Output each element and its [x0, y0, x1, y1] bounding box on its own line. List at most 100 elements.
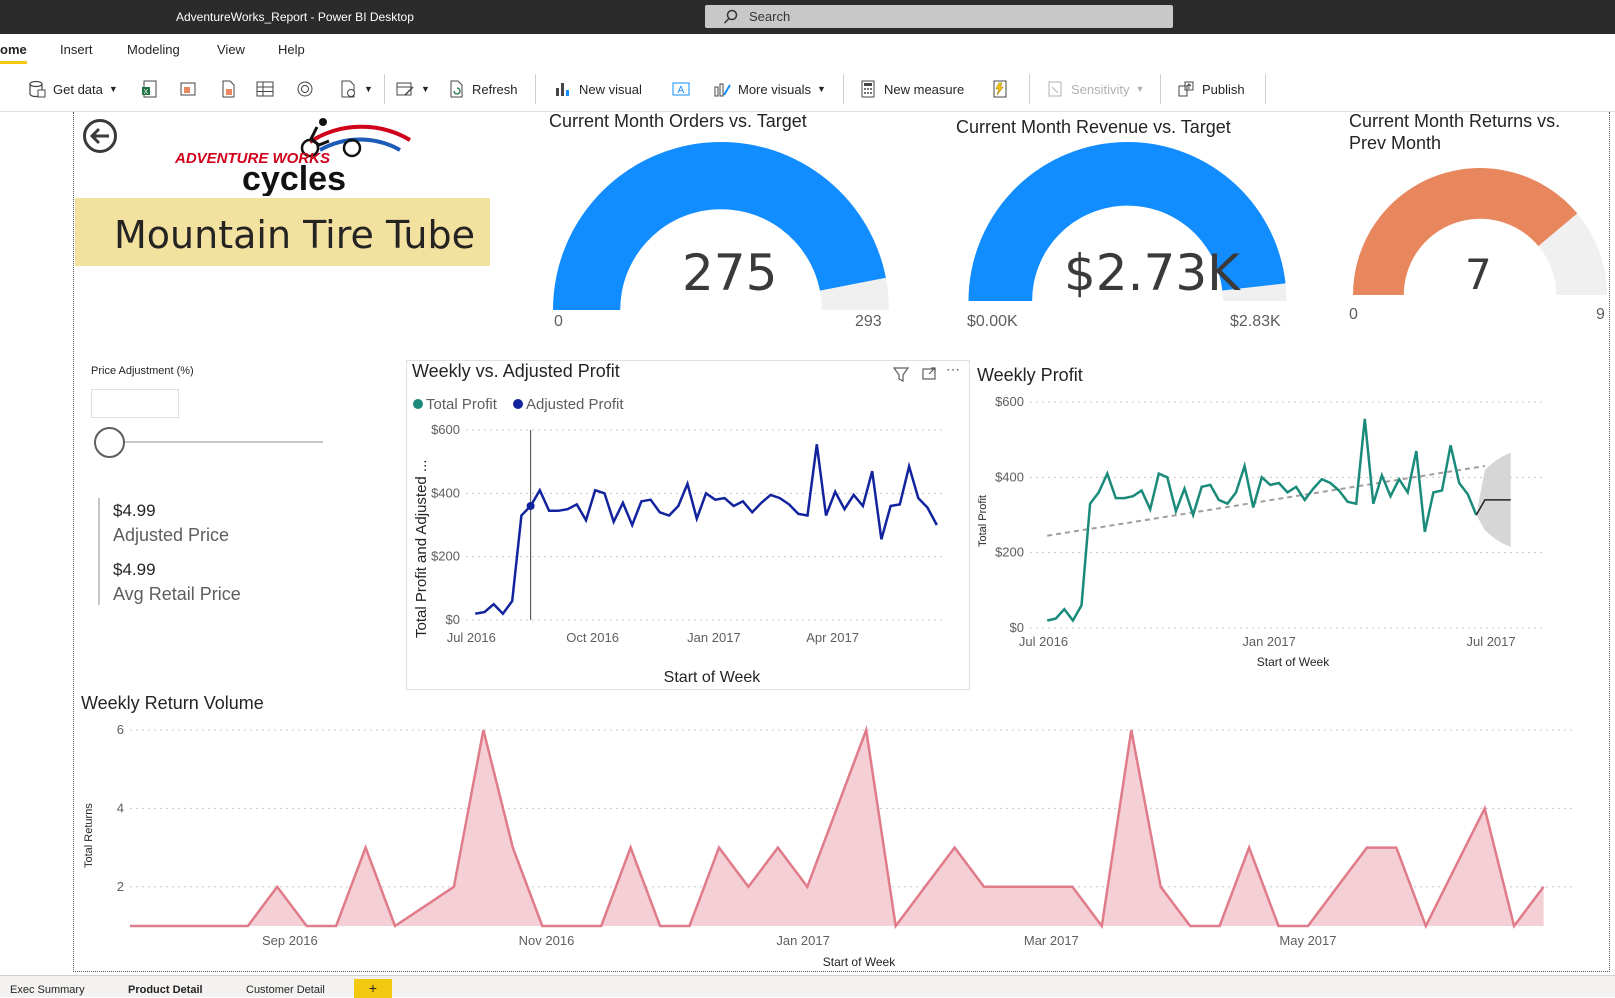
gauge-returns-title-2: Prev Month — [1349, 133, 1442, 153]
table-icon — [256, 81, 274, 97]
chart1-x-tick: Jul 2016 — [447, 630, 496, 645]
chart3-y-tick: 2 — [117, 879, 124, 894]
gauge-returns-title-1: Current Month Returns vs. — [1349, 111, 1561, 131]
tab-customer-detail[interactable]: Customer Detail — [246, 984, 325, 996]
chart1-y-tick: $200 — [431, 549, 460, 564]
legend-marker-total-profit — [413, 399, 423, 409]
avg-retail-price-value: $4.99 — [113, 560, 156, 579]
dataverse-icon — [297, 81, 313, 97]
gauge-revenue-title: Current Month Revenue vs. Target — [956, 117, 1231, 137]
quick-measure-button[interactable] — [990, 66, 1010, 112]
gauge-returns-min: 0 — [1349, 306, 1358, 323]
back-arrow-icon[interactable] — [82, 118, 118, 154]
more-visuals-label: More visuals — [738, 81, 811, 97]
hover-point — [526, 502, 535, 510]
chart1-xlabel: Start of Week — [664, 669, 762, 686]
search-icon — [723, 9, 738, 24]
chart2-y-tick: $600 — [995, 394, 1024, 409]
sensitivity-label: Sensitivity — [1071, 81, 1130, 97]
dataflow-button[interactable] — [218, 66, 238, 112]
kpi-accent-bar — [98, 498, 100, 605]
menu-home[interactable]: ome — [0, 42, 27, 64]
chart1-y-tick: $400 — [431, 485, 460, 500]
chart-weekly-vs-adjusted[interactable]: Total Profit and Adjusted ... Start of W… — [406, 418, 970, 688]
text-box-button[interactable]: A — [671, 66, 691, 112]
excel-button[interactable]: X — [140, 66, 160, 112]
more-visuals-button[interactable]: More visuals ▼ — [712, 66, 826, 112]
gauge-revenue-value: $2.73K — [1064, 244, 1240, 302]
menu-help[interactable]: Help — [278, 42, 305, 57]
window-title: AdventureWorks_Report - Power BI Desktop — [176, 10, 414, 24]
publish-icon — [1178, 81, 1194, 97]
price-adjustment-thumb[interactable] — [94, 427, 125, 458]
chevron-down-icon: ▼ — [421, 84, 430, 94]
chart2-xlabel: Start of Week — [1257, 655, 1330, 669]
ribbon-divider — [1029, 74, 1030, 104]
gauge-orders-max: 293 — [855, 313, 882, 330]
chevron-down-icon: ▼ — [816, 84, 826, 94]
avg-retail-price-label: Avg Retail Price — [113, 584, 241, 604]
new-visual-button[interactable]: New visual — [553, 66, 642, 112]
legend-total-profit[interactable]: Total Profit — [426, 396, 498, 413]
price-adjustment-track[interactable] — [120, 441, 323, 443]
new-visual-label: New visual — [579, 81, 642, 97]
chart2-x-tick: Jan 2017 — [1242, 634, 1296, 649]
chart3-x-tick: Sep 2016 — [262, 933, 318, 948]
publish-button[interactable]: Publish — [1176, 66, 1245, 112]
ribbon-divider — [1265, 74, 1266, 104]
quick-measure-icon — [993, 80, 1007, 98]
price-adjustment-label: Price Adjustment (%) — [91, 365, 194, 377]
legend-adjusted-profit[interactable]: Adjusted Profit — [526, 396, 624, 413]
enter-data-button[interactable] — [255, 66, 275, 112]
refresh-label: Refresh — [472, 81, 518, 97]
gauge-revenue-max: $2.83K — [1230, 313, 1281, 330]
document-icon — [222, 80, 235, 98]
ribbon-toolbar: Get data ▼ X ▼ ▼ Refresh New visual A Mo… — [0, 66, 1615, 112]
gauge-returns-max: 9 — [1596, 306, 1605, 323]
more-options-icon[interactable]: ⋯ — [946, 361, 960, 378]
search-box[interactable]: Search — [705, 5, 1173, 28]
transform-data-button[interactable]: ▼ — [395, 66, 430, 112]
menu-view[interactable]: View — [217, 42, 245, 57]
chart2-y-tick: $400 — [995, 469, 1024, 484]
menu-insert[interactable]: Insert — [60, 42, 93, 57]
recent-sources-icon — [341, 80, 355, 98]
tab-product-detail[interactable]: Product Detail — [128, 984, 203, 996]
get-data-button[interactable]: Get data ▼ — [27, 66, 118, 112]
chevron-down-icon: ▼ — [1135, 84, 1145, 94]
filter-icon[interactable] — [892, 365, 910, 383]
menu-modeling[interactable]: Modeling — [127, 42, 180, 57]
add-page-button[interactable]: + — [354, 979, 392, 998]
dataverse-button[interactable] — [295, 66, 315, 112]
dataset-button[interactable] — [178, 66, 198, 112]
chart-weekly-return-volume[interactable]: Total Returns Start of Week 2 4 6 Sep 2016 N… — [78, 718, 1608, 973]
company-logo: ADVENTURE WORKS cycles — [170, 114, 425, 198]
sensitivity-button[interactable]: Sensitivity ▼ — [1045, 66, 1144, 112]
text-box-icon: A — [672, 82, 690, 96]
tab-exec-summary[interactable]: Exec Summary — [10, 984, 85, 996]
chart3-xlabel: Start of Week — [823, 955, 896, 969]
chart2-x-tick: Jul 2016 — [1019, 634, 1068, 649]
new-measure-button[interactable]: New measure — [858, 66, 964, 112]
adjusted-price-value: $4.99 — [113, 501, 156, 520]
chart3-x-tick: Jan 2017 — [776, 933, 830, 948]
logo-text-bottom: cycles — [242, 160, 346, 196]
focus-mode-icon[interactable] — [920, 365, 938, 383]
get-data-label: Get data — [53, 81, 103, 97]
adjusted-price-label: Adjusted Price — [113, 525, 230, 545]
chart3-x-tick: May 2017 — [1279, 933, 1336, 948]
search-placeholder: Search — [749, 9, 791, 24]
title-bar: AdventureWorks_Report - Power BI Desktop… — [0, 0, 1615, 34]
ribbon-divider — [1160, 74, 1161, 104]
chart1-x-tick: Jan 2017 — [687, 630, 741, 645]
recent-sources-button[interactable]: ▼ — [338, 66, 373, 112]
chart2-y-tick: $0 — [1010, 620, 1024, 635]
database-icon — [29, 80, 46, 98]
svg-text:A: A — [678, 85, 685, 96]
refresh-button[interactable]: Refresh — [446, 66, 518, 112]
ribbon-divider — [535, 74, 536, 104]
calculator-icon — [861, 80, 875, 98]
price-adjustment-input[interactable] — [91, 389, 179, 418]
chart-weekly-profit[interactable]: Total Profit Start of Week $0 $200 $400 $60… — [975, 392, 1555, 672]
chevron-down-icon: ▼ — [364, 84, 373, 94]
